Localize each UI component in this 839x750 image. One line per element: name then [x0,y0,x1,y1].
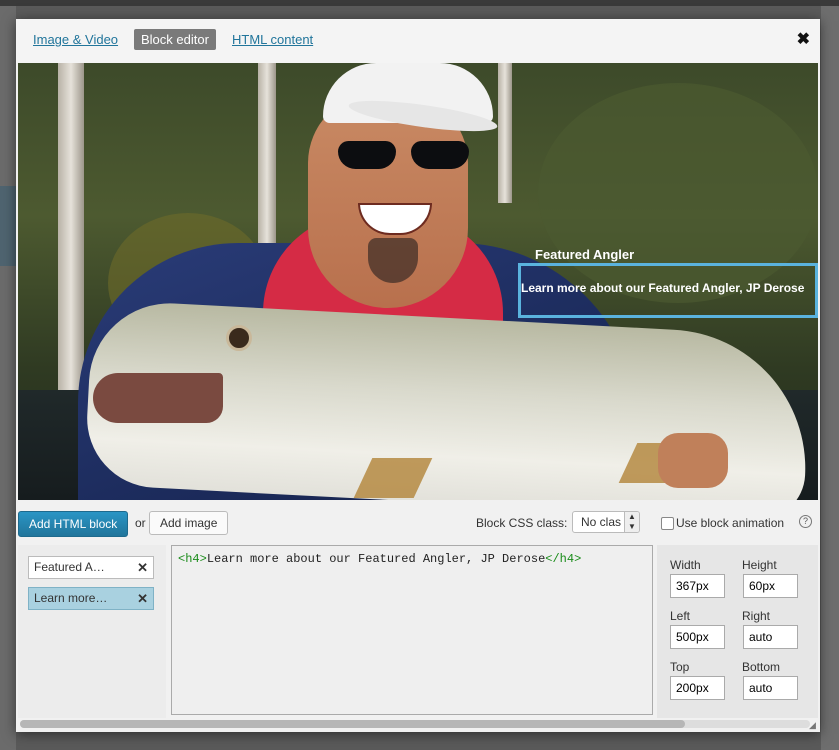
height-label: Height [742,558,777,572]
background-page-right [821,6,839,750]
block-item[interactable]: Featured A… ✕ [28,556,154,579]
tab-block-editor[interactable]: Block editor [134,29,216,50]
tab-html-content[interactable]: HTML content [225,29,320,50]
tab-bar: Image & Video Block editor HTML content … [16,19,820,63]
overlay-block-title[interactable]: Featured Angler [535,247,634,262]
block-animation-checkbox[interactable] [661,517,674,530]
slide-canvas[interactable]: Featured Angler Learn more about our Fea… [18,63,818,500]
block-toolbar: Add HTML block or Add image Block CSS cl… [16,505,820,537]
bottom-label: Bottom [742,660,781,674]
background-page-left [0,6,16,750]
tab-image-video[interactable]: Image & Video [26,29,125,50]
width-input[interactable] [670,574,725,598]
add-image-button[interactable]: Add image [149,511,229,535]
scrollbar-thumb[interactable] [20,720,685,728]
photo-tree [58,63,84,423]
code-open-tag: <h4> [178,552,207,566]
top-input[interactable] [670,676,725,700]
photo-sunglasses [333,141,473,171]
code-content: Learn more about our Featured Angler, JP… [206,552,546,566]
left-label: Left [670,609,691,623]
photo-tree [498,63,512,203]
horizontal-scrollbar[interactable] [20,720,810,728]
height-input[interactable] [743,574,798,598]
right-label: Right [742,609,771,623]
photo-tree [258,63,276,263]
background-top-bar [0,0,839,6]
block-animation-label[interactable]: Use block animation [676,516,784,530]
help-icon[interactable]: ? [799,515,812,528]
code-close-tag: </h4> [545,552,582,566]
left-input[interactable] [670,625,725,649]
block-editor-modal: Image & Video Block editor HTML content … [16,19,820,732]
add-html-block-button[interactable]: Add HTML block [18,511,129,537]
html-code-editor[interactable]: <h4>Learn more about our Featured Angler… [171,545,653,715]
photo-fish-jaw [93,373,223,423]
top-label: Top [670,660,690,674]
block-item-label: Learn more… [34,591,108,605]
right-input[interactable] [743,625,798,649]
block-item-label: Featured A… [34,560,105,574]
block-css-class-label: Block CSS class: [476,516,568,530]
or-label: or [135,516,146,530]
block-item-selected[interactable]: Learn more… ✕ [28,587,154,610]
block-css-class-select[interactable]: No clas ▲ ▼ [572,511,640,533]
overlay-block-selected[interactable]: Learn more about our Featured Angler, JP… [518,263,818,318]
remove-block-icon[interactable]: ✕ [137,557,148,578]
select-arrows-icon: ▲ ▼ [624,512,639,532]
close-icon[interactable]: ✖ [797,29,810,49]
bottom-input[interactable] [743,676,798,700]
photo-hand [658,433,728,488]
block-position-panel: Width Height Left Right Top Bottom [657,545,818,718]
editor-panel: Featured A… ✕ Learn more… ✕ <h4>Learn mo… [16,545,820,718]
resize-grip-icon[interactable]: ◢ [809,720,819,730]
remove-block-icon[interactable]: ✕ [137,588,148,609]
block-list: Featured A… ✕ Learn more… ✕ [18,545,166,718]
width-label: Width [670,558,701,572]
block-css-class-value: No clas [581,515,622,529]
photo-fish-eye [226,325,252,351]
background-tab [0,186,16,266]
